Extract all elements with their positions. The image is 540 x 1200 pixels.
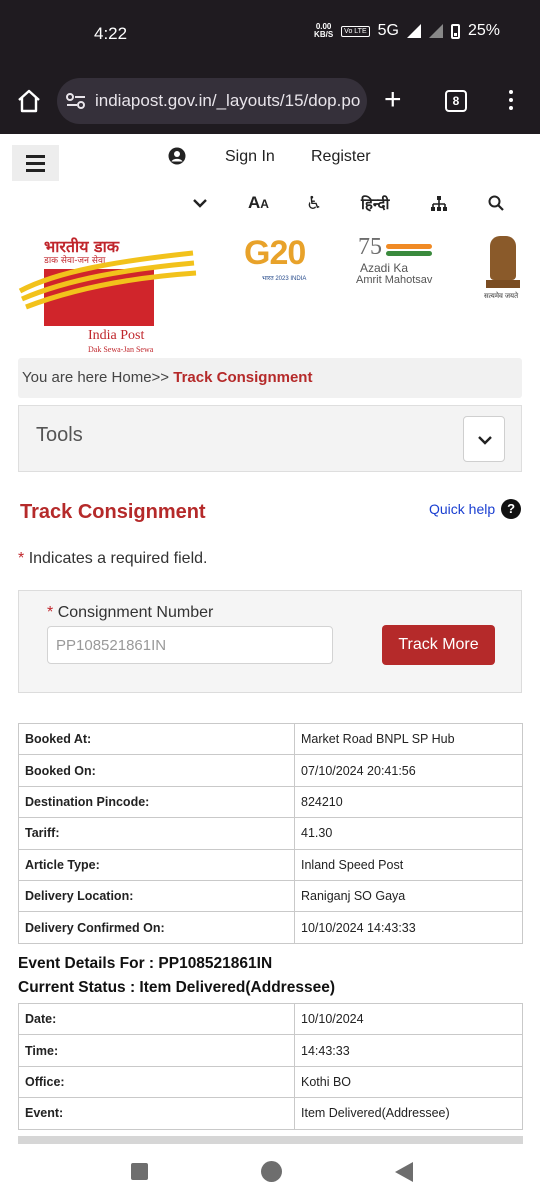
azadi-ka-amrit-mahotsav-logo: 75 Azadi Ka Amrit Mahotsav (356, 234, 433, 286)
system-nav-bar (0, 1145, 540, 1200)
table-row: Office: Kothi BO (18, 1065, 523, 1099)
browser-toolbar: indiapost.gov.in/_layouts/15/dop.po + 8 (0, 68, 540, 134)
address-bar[interactable]: indiapost.gov.in/_layouts/15/dop.po (57, 78, 367, 124)
g20-logo: G20 भारत 2023 INDIA (244, 234, 307, 282)
site-settings-icon[interactable] (65, 92, 87, 110)
india-post-logo[interactable]: भारतीय डाक डाक सेवा-जन सेवा India Post D… (18, 233, 198, 355)
row-value: 41.30 (294, 817, 523, 850)
help-icon: ? (501, 499, 522, 519)
row-label: Destination Pincode: (18, 785, 295, 819)
row-label: Date: (18, 1002, 295, 1036)
breadcrumb-separator: >> (151, 369, 170, 386)
table-row: Event: Item Delivered(Addressee) (18, 1097, 523, 1130)
tab-switcher-button[interactable]: 8 (445, 90, 467, 112)
register-link[interactable]: Register (311, 148, 371, 166)
table-row: Booked At: Market Road BNPL SP Hub (18, 722, 523, 756)
network-speed: 0.00 KB/S (314, 22, 334, 39)
chevron-down-icon (478, 436, 492, 445)
quick-help-link[interactable]: Quick help ? (429, 499, 522, 519)
signal-icon (406, 24, 421, 38)
row-label: Time: (18, 1034, 295, 1067)
home-button[interactable] (261, 1161, 282, 1182)
consignment-number-label: * Consignment Number (47, 604, 214, 621)
row-value: 14:43:33 (294, 1034, 523, 1067)
table-row: Article Type: Inland Speed Post (18, 848, 523, 881)
row-value: Raniganj SO Gaya (294, 879, 523, 913)
row-label: Article Type: (18, 848, 295, 881)
signal-icon-2 (428, 24, 443, 38)
breadcrumb: You are here Home>> Track Consignment (18, 358, 522, 398)
back-button[interactable] (395, 1162, 413, 1182)
new-tab-icon[interactable]: + (384, 85, 402, 115)
required-field-note: * Indicates a required field. (18, 550, 208, 567)
booking-details-table: Booked At: Market Road BNPL SP Hub Booked … (18, 722, 523, 944)
accessibility-icon[interactable]: ♿ (306, 193, 322, 214)
breadcrumb-prefix: You are here (22, 369, 108, 386)
page-title: Track Consignment (20, 501, 206, 523)
user-icon (168, 147, 186, 165)
font-size-icon[interactable]: AA (248, 193, 269, 213)
horizontal-scrollbar[interactable] (18, 1136, 523, 1144)
table-row: Date: 10/10/2024 (18, 1002, 523, 1036)
table-row: Delivery Confirmed On: 10/10/2024 14:43:3… (18, 911, 523, 944)
row-label: Delivery Confirmed On: (18, 911, 295, 944)
hamburger-menu-button[interactable] (12, 145, 59, 181)
recents-button[interactable] (131, 1163, 148, 1180)
event-heading: Event Details For : PP108521861IN Curren… (18, 952, 335, 1000)
breadcrumb-home-link[interactable]: Home (112, 369, 152, 386)
volte-icon: Vo LTE (341, 25, 370, 37)
row-value: 10/10/2024 (294, 1002, 523, 1036)
row-value: 10/10/2024 14:43:33 (294, 911, 523, 944)
row-value: Item Delivered(Addressee) (294, 1097, 523, 1130)
row-value: Kothi BO (294, 1065, 523, 1099)
url-text: indiapost.gov.in/_layouts/15/dop.po (95, 91, 361, 110)
status-time: 4:22 (94, 24, 128, 43)
tools-panel[interactable]: Tools (18, 405, 522, 472)
chevron-down-icon[interactable] (192, 196, 208, 210)
row-value: Inland Speed Post (294, 848, 523, 881)
logo-swoosh-icon (18, 250, 197, 310)
row-value: 07/10/2024 20:41:56 (294, 754, 523, 787)
consignment-form: * Consignment Number Track More (18, 590, 522, 693)
row-value: Market Road BNPL SP Hub (294, 722, 523, 756)
event-details-for: Event Details For : PP108521861IN (18, 955, 273, 972)
table-row: Delivery Location: Raniganj SO Gaya (18, 879, 523, 913)
table-row: Booked On: 07/10/2024 20:41:56 (18, 754, 523, 787)
table-row: Time: 14:43:33 (18, 1034, 523, 1067)
track-more-button[interactable]: Track More (382, 625, 495, 665)
search-icon[interactable] (488, 195, 504, 211)
table-row: Destination Pincode: 824210 (18, 785, 523, 819)
table-row: Tariff: 41.30 (18, 817, 523, 850)
breadcrumb-current: Track Consignment (173, 369, 313, 386)
consignment-number-input[interactable] (47, 626, 333, 664)
battery-icon (450, 23, 460, 39)
row-label: Event: (18, 1097, 295, 1130)
event-details-table: Date: 10/10/2024 Time: 14:43:33 Office: Kothi… (18, 1002, 523, 1130)
network-type: 5G (377, 22, 399, 39)
quick-help-label: Quick help (429, 501, 496, 517)
national-emblem: सत्यमेव जयते (484, 236, 522, 304)
tools-label: Tools (36, 424, 83, 446)
status-bar: 4:22 0.00 KB/S Vo LTE 5G 25% (0, 0, 540, 68)
row-label: Office: (18, 1065, 295, 1099)
row-label: Delivery Location: (18, 879, 295, 913)
logo-tagline: Dak Sewa-Jan Sewa (88, 345, 154, 354)
battery-percent: 25% (467, 22, 500, 39)
row-label: Tariff: (18, 817, 295, 850)
logo-name: India Post (88, 328, 145, 343)
home-icon[interactable] (16, 88, 42, 114)
sign-in-link[interactable]: Sign In (225, 148, 275, 166)
row-label: Booked On: (18, 754, 295, 787)
hindi-language-link[interactable]: हिन्दी (361, 194, 389, 214)
status-indicators: 0.00 KB/S Vo LTE 5G 25% (314, 22, 500, 40)
row-value: 824210 (294, 785, 523, 819)
more-menu-icon[interactable] (508, 90, 514, 112)
row-label: Booked At: (18, 722, 295, 756)
tools-toggle-button[interactable] (463, 416, 505, 462)
current-status: Current Status : Item Delivered(Addresse… (18, 979, 335, 996)
sitemap-icon[interactable] (430, 195, 448, 213)
